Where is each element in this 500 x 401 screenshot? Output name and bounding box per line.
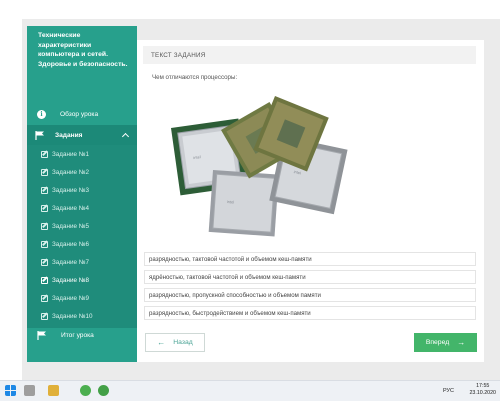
task-item-label: Задание №4 [52, 204, 89, 212]
svg-text:intel: intel [193, 154, 201, 160]
answer-option-2[interactable]: ядрёностью, тактовой частотой и объемом … [144, 270, 476, 284]
task-item-10[interactable]: Задание №10 [41, 309, 133, 323]
sidebar-item-label: Задания [55, 131, 83, 139]
back-button-label: Назад [173, 339, 193, 346]
edit-icon [41, 150, 48, 158]
answer-option-4[interactable]: разрядностью, быстродействием и объемом … [144, 306, 476, 320]
next-button-label: Вперед [425, 339, 450, 346]
windows-start-icon[interactable] [5, 385, 16, 396]
processors-image: intel intel intel [171, 96, 348, 237]
next-button[interactable]: Вперед → [414, 333, 477, 352]
svg-text:intel: intel [227, 199, 235, 205]
taskbar: РУС 17:55 23.10.2020 [0, 380, 500, 401]
arrow-right-icon: → [457, 338, 466, 347]
back-button[interactable]: ← Назад [145, 333, 205, 352]
edit-icon [41, 312, 48, 320]
arrow-left-icon: ← [157, 338, 166, 347]
flag-icon [35, 130, 44, 140]
edit-icon [41, 240, 48, 248]
task-item-label: Задание №9 [52, 294, 89, 302]
task-item-label: Задание №7 [52, 258, 89, 266]
sidebar-item-tasks[interactable]: Задания [27, 125, 137, 145]
sidebar-item-summary[interactable]: Итог урока [27, 326, 137, 344]
edit-icon [41, 186, 48, 194]
chrome-icon[interactable] [80, 385, 91, 396]
edit-icon [41, 204, 48, 212]
course-title: Технические характеристики компьютера и … [38, 32, 128, 68]
question-text: Чем отличаются процессоры: [152, 74, 238, 81]
edit-icon [41, 294, 48, 302]
window-left-margin [0, 0, 22, 380]
answer-option-3[interactable]: разрядностью, пропускной способностью и … [144, 288, 476, 302]
chevron-up-icon [121, 132, 130, 141]
edit-icon [41, 276, 48, 284]
sidebar-item-label: Итог урока [61, 331, 94, 339]
sidebar: Технические характеристики компьютера и … [27, 26, 137, 362]
sidebar-item-overview[interactable]: i Обзор урока [27, 105, 137, 123]
task-item-1[interactable]: Задание №1 [41, 147, 133, 161]
browser-icon[interactable] [98, 385, 109, 396]
app-icon[interactable] [24, 385, 35, 396]
clock[interactable]: 17:55 23.10.2020 [469, 383, 496, 397]
task-item-label: Задание №5 [52, 222, 89, 230]
task-item-label: Задание №1 [52, 150, 89, 158]
task-item-label: Задание №6 [52, 240, 89, 248]
folder-icon[interactable] [48, 385, 59, 396]
task-card: ТЕКСТ ЗАДАНИЯ Чем отличаются процессоры:… [137, 40, 484, 362]
task-item-label: Задание №10 [52, 312, 93, 320]
task-item-8[interactable]: Задание №8 [41, 273, 133, 287]
edit-icon [41, 258, 48, 266]
edit-icon [41, 222, 48, 230]
edit-icon [41, 168, 48, 176]
task-item-2[interactable]: Задание №2 [41, 165, 133, 179]
window-top-margin [0, 0, 500, 19]
task-item-label: Задание №3 [52, 186, 89, 194]
task-item-5[interactable]: Задание №5 [41, 219, 133, 233]
clock-time: 17:55 [476, 383, 490, 389]
task-list: Задание №1 Задание №2 Задание №3 Задание… [27, 145, 137, 328]
sidebar-item-label: Обзор урока [60, 110, 99, 118]
info-icon: i [37, 109, 46, 119]
task-item-label: Задание №8 [52, 276, 89, 284]
task-item-3[interactable]: Задание №3 [41, 183, 133, 197]
answer-option-1[interactable]: разрядностью, тактовой частотой и объемо… [144, 252, 476, 266]
task-item-9[interactable]: Задание №9 [41, 291, 133, 305]
language-indicator[interactable]: РУС [443, 388, 454, 394]
flag-icon [37, 330, 46, 340]
task-item-7[interactable]: Задание №7 [41, 255, 133, 269]
task-header: ТЕКСТ ЗАДАНИЯ [143, 46, 476, 64]
task-item-4[interactable]: Задание №4 [41, 201, 133, 215]
task-item-label: Задание №2 [52, 168, 89, 176]
task-item-6[interactable]: Задание №6 [41, 237, 133, 251]
clock-date: 23.10.2020 [469, 390, 496, 396]
